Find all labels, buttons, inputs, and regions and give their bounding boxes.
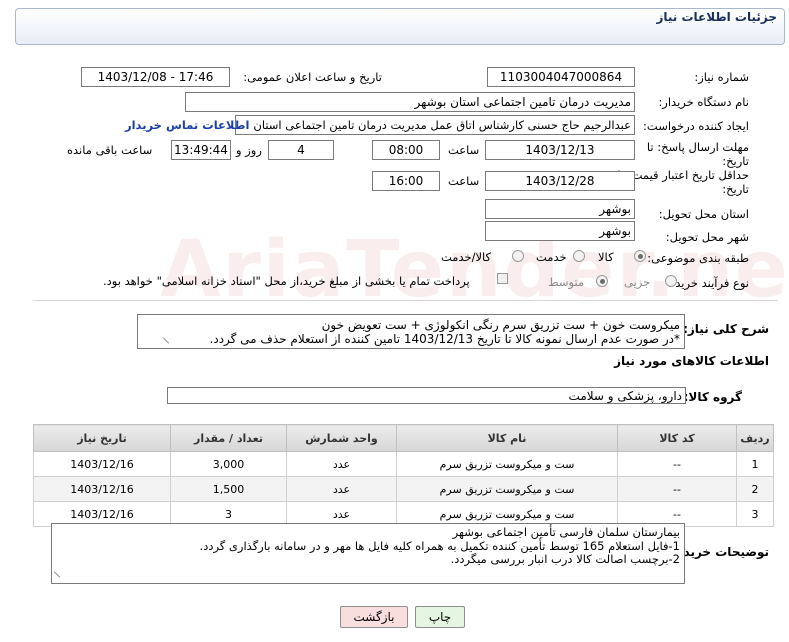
cell-need-date: 1403/12/16 (33, 476, 171, 502)
description-textarea[interactable]: میکروست خون + ست تزریق سرم رنگی انکولوژی… (137, 314, 685, 349)
back-button[interactable]: بازگشت (340, 606, 408, 628)
description-line-1: میکروست خون + ست تزریق سرم رنگی انکولوژی… (321, 318, 680, 332)
process-radio-medium[interactable] (596, 275, 608, 287)
col-header-quantity: تعداد / مقدار (170, 424, 287, 452)
description-label: شرح کلی نیاز: (683, 322, 769, 336)
category-radio-goods-service[interactable] (512, 250, 524, 262)
send-deadline-label-1: مهلت ارسال پاسخ: تا (646, 140, 749, 154)
category-radio-service[interactable] (573, 250, 585, 262)
remaining-time-label: ساعت باقی مانده (67, 143, 153, 157)
purchase-process-label: نوع فرآیند خرید : (667, 276, 749, 290)
divider (33, 300, 778, 301)
cell-row-number: 1 (736, 451, 774, 477)
price-validity-label-1: حداقل تاریخ اعتبار قیمت: تا (617, 168, 749, 182)
cell-quantity: 1,500 (170, 476, 287, 502)
send-deadline-date-field: 1403/12/13 (485, 140, 635, 160)
price-validity-label-2: تاریخ: (722, 182, 749, 196)
cell-item-code: -- (617, 476, 737, 502)
buyer-notes-line-1: بیمارستان سلمان فارسی تأمین اجتماعی بوشه… (452, 525, 680, 539)
cell-need-date: 1403/12/16 (33, 451, 171, 477)
price-validity-time-field: 16:00 (372, 171, 440, 191)
goods-group-label: گروه کالا: (683, 390, 742, 404)
buyer-org-field: مدیریت درمان تامین اجتماعی استان بوشهر (185, 92, 635, 112)
treasury-docs-text: پرداخت تمام یا بخشی از مبلغ خرید،از محل … (103, 274, 470, 288)
col-header-need-date: تاریخ نیاز (33, 424, 171, 452)
cell-item-name: ست و میکروست تزریق سرم (396, 451, 618, 477)
cell-unit: عدد (286, 451, 397, 477)
col-header-item-name: نام کالا (396, 424, 618, 452)
announce-datetime-field: 1403/12/08 - 17:46 (81, 67, 230, 87)
category-label: طبقه بندی موضوعی: (647, 251, 749, 265)
col-header-unit: واحد شمارش (286, 424, 397, 452)
treasury-docs-checkbox[interactable] (497, 273, 508, 284)
cell-row-number: 2 (736, 476, 774, 502)
buyer-org-label: نام دستگاه خریدار: (658, 95, 749, 109)
goods-group-field: دارو، پزشکی و سلامت (167, 387, 686, 404)
remaining-days-field: 4 (268, 140, 334, 160)
process-radio-minor[interactable] (665, 275, 677, 287)
requester-field: عبدالرحیم حاج حسنی کارشناس اتاق عمل مدیر… (235, 115, 635, 135)
category-option-goods: کالا (598, 250, 614, 264)
table-row: 1 -- ست و میکروست تزریق سرم عدد 3,000 14… (33, 451, 774, 477)
announce-datetime-label: تاریخ و ساعت اعلان عمومی: (243, 70, 382, 84)
print-button[interactable]: چاپ (415, 606, 465, 628)
category-option-goods-service: کالا/خدمت (441, 250, 492, 264)
delivery-city-field: بوشهر (485, 221, 635, 241)
cell-quantity: 3,000 (170, 451, 287, 477)
category-option-service: خدمت (536, 250, 567, 264)
page-title: جزئیات اطلاعات نیاز (656, 10, 777, 24)
buyer-contact-link[interactable]: اطلاعات تماس خریدار (125, 118, 249, 132)
cell-item-code: -- (617, 451, 737, 477)
process-option-minor: جزیی (624, 275, 651, 289)
delivery-province-field: بوشهر (485, 199, 635, 219)
need-number-label: شماره نیاز: (694, 70, 749, 84)
description-line-2: *در صورت عدم ارسال نمونه کالا تا تاریخ 1… (209, 332, 680, 346)
send-deadline-time-label: ساعت (448, 143, 480, 157)
cell-row-number: 3 (736, 501, 774, 527)
delivery-city-label: شهر محل تحویل: (665, 230, 749, 244)
need-number-field: 1103004047000864 (487, 67, 635, 87)
buyer-notes-line-2: 1-فایل استعلام 165 توسط تأمین کننده تکمی… (199, 538, 680, 553)
category-radio-goods[interactable] (634, 250, 646, 262)
requester-label: ایجاد کننده درخواست: (643, 119, 749, 133)
remaining-time-field: 13:49:44 (171, 140, 231, 160)
table-header-row: ردیف کد کالا نام کالا واحد شمارش تعداد /… (33, 424, 774, 452)
send-deadline-label-2: تاریخ: (722, 154, 749, 168)
goods-section-title: اطلاعات کالاهای مورد نیاز (614, 354, 769, 368)
goods-table: ردیف کد کالا نام کالا واحد شمارش تعداد /… (33, 424, 774, 527)
col-header-row-number: ردیف (736, 424, 774, 452)
table-row: 2 -- ست و میکروست تزریق سرم عدد 1,500 14… (33, 476, 774, 502)
price-validity-time-label: ساعت (448, 174, 480, 188)
col-header-item-code: کد کالا (617, 424, 737, 452)
buyer-notes-textarea[interactable]: بیمارستان سلمان فارسی تأمین اجتماعی بوشه… (51, 523, 685, 584)
days-label: روز و (236, 143, 262, 157)
send-deadline-time-field: 08:00 (372, 140, 440, 160)
delivery-province-label: استان محل تحویل: (658, 207, 749, 221)
process-option-medium: متوسط (548, 275, 585, 289)
cell-unit: عدد (286, 476, 397, 502)
price-validity-date-field: 1403/12/28 (485, 171, 635, 191)
buyer-notes-line-3: 2-برچسب اصالت کالا درب انبار بررسی میگرد… (450, 552, 680, 566)
cell-item-name: ست و میکروست تزریق سرم (396, 476, 618, 502)
